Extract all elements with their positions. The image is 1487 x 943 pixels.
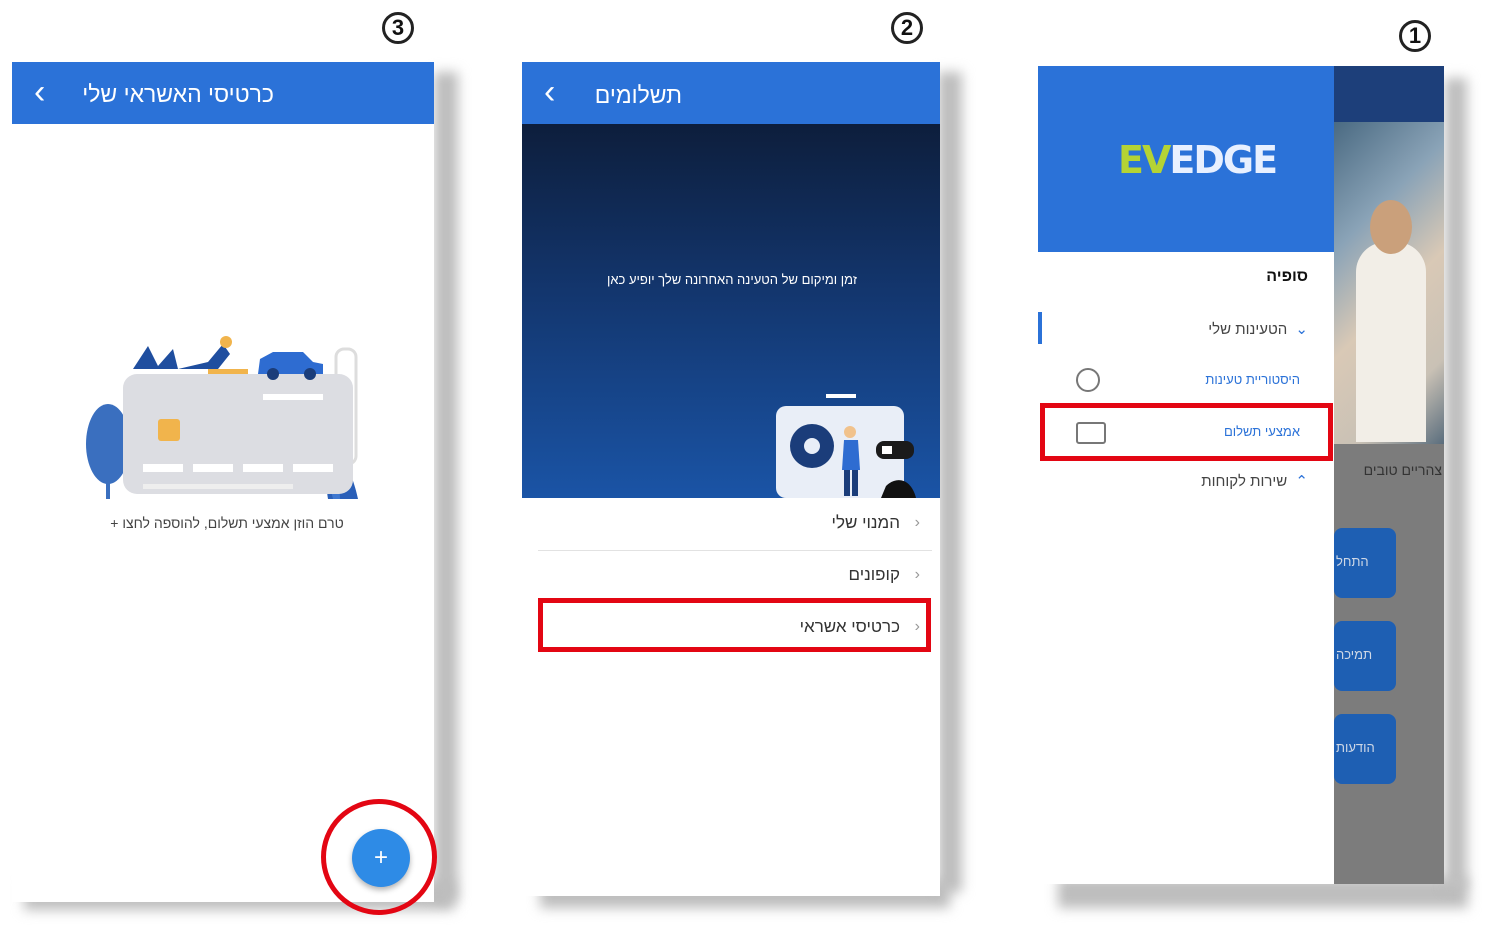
charger-illustration bbox=[776, 394, 916, 498]
home-button[interactable]: תמיכה bbox=[1334, 621, 1396, 691]
empty-state-text: טרם הוזן אמצעי תשלום, להוספה לחצו + bbox=[110, 515, 344, 531]
screen-payments: ‹ תשלומים זמן ומיקום של הטעינה האחרונה ש… bbox=[522, 62, 940, 896]
step-badge-3: 3 bbox=[382, 12, 414, 44]
empty-cards-illustration bbox=[86, 336, 358, 499]
chevron-down-icon: ⌄ bbox=[1295, 321, 1308, 338]
evedge-logo: EVEDGE bbox=[1118, 138, 1278, 182]
chevron-up-icon: ⌃ bbox=[1295, 473, 1308, 490]
page-title: כרטיסי האשראי שלי bbox=[82, 81, 274, 107]
hero-banner: זמן ומיקום של הטעינה האחרונה שלך יופיע כ… bbox=[522, 124, 940, 498]
back-icon[interactable]: ‹ bbox=[34, 75, 45, 109]
home-photo bbox=[1334, 122, 1444, 444]
user-name: סופיה bbox=[1266, 268, 1308, 285]
list-item-subscription[interactable]: ‹ המנוי שלי bbox=[522, 506, 940, 546]
list-item-coupons[interactable]: ‹ קופונים bbox=[522, 558, 940, 598]
nav-drawer: EVEDGE סופיה ⌄ הטעינות שלי היסטוריית טעי… bbox=[1038, 66, 1334, 884]
screen-credit-cards: ‹ כרטיסי האשראי שלי טרם הוזן אמצעי תשלום… bbox=[12, 62, 434, 902]
menu-item-customer-service[interactable]: ⌃ שירות לקוחות bbox=[1201, 472, 1308, 490]
highlight-payment-methods bbox=[1040, 403, 1333, 461]
home-app-bar bbox=[1334, 66, 1444, 122]
home-button[interactable]: הודעות bbox=[1334, 714, 1396, 784]
home-background: צהריים טובים התחל תמיכה הודעות bbox=[1334, 66, 1444, 884]
screen-menu: צהריים טובים התחל תמיכה הודעות EVEDGE סו… bbox=[1038, 66, 1444, 884]
chevron-left-icon: ‹ bbox=[914, 514, 920, 531]
drawer-header: EVEDGE bbox=[1038, 66, 1334, 252]
hero-text: זמן ומיקום של הטעינה האחרונה שלך יופיע כ… bbox=[606, 272, 858, 287]
app-bar: ‹ תשלומים bbox=[522, 62, 940, 124]
divider bbox=[538, 550, 932, 551]
back-icon[interactable]: ‹ bbox=[544, 75, 555, 109]
history-icon bbox=[1076, 368, 1100, 392]
step-badge-1: 1 bbox=[1399, 20, 1431, 52]
step-badge-2: 2 bbox=[891, 12, 923, 44]
chevron-left-icon: ‹ bbox=[914, 566, 920, 583]
highlight-add-button bbox=[321, 799, 437, 915]
app-bar: ‹ כרטיסי האשראי שלי bbox=[12, 62, 434, 124]
home-greeting: צהריים טובים bbox=[1363, 462, 1442, 478]
home-button[interactable]: התחל bbox=[1334, 528, 1396, 598]
highlight-credit-cards bbox=[538, 598, 931, 652]
menu-item-my-charges[interactable]: ⌄ הטעינות שלי bbox=[1208, 320, 1308, 338]
menu-item-charge-history[interactable]: היסטוריית טעינות bbox=[1205, 372, 1300, 387]
active-indicator bbox=[1038, 312, 1042, 344]
page-title: תשלומים bbox=[594, 82, 682, 108]
